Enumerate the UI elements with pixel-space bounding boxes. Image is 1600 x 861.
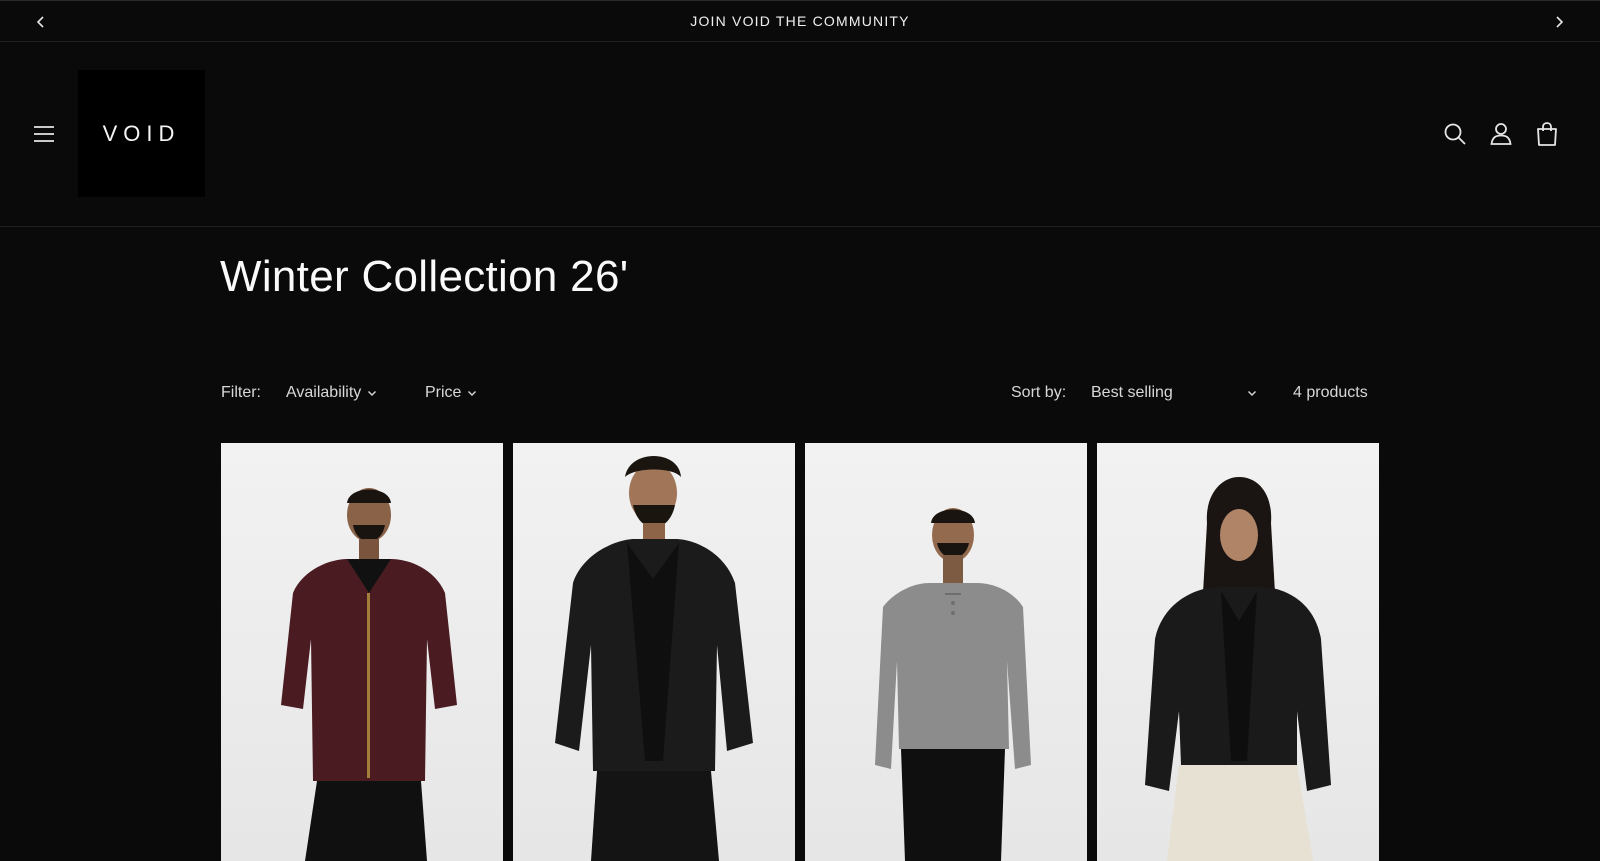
price-filter-label: Price — [425, 384, 462, 401]
announcement-text[interactable]: JOIN VOID THE COMMUNITY — [690, 13, 909, 29]
product-count: 4 products — [1293, 384, 1368, 401]
sweater — [875, 583, 1031, 769]
cart-icon[interactable] — [1532, 119, 1562, 149]
product-card-image[interactable] — [805, 443, 1087, 861]
availability-filter-dropdown[interactable]: Availability — [286, 384, 377, 402]
site-header: VOID — [0, 42, 1600, 227]
product-grid — [221, 443, 1379, 861]
account-icon[interactable] — [1486, 119, 1516, 149]
next-announcement-arrow-icon[interactable] — [1550, 13, 1568, 31]
page-title: Winter Collection 26' — [220, 252, 629, 301]
product-card-image[interactable] — [221, 443, 503, 861]
sort-label: Sort by: — [1011, 384, 1067, 401]
chevron-down-icon — [368, 391, 377, 396]
collection-toolbar: Filter: Availability Price Sort by: Best… — [221, 382, 1379, 406]
filter-label: Filter: — [221, 384, 261, 401]
announcement-bar: JOIN VOID THE COMMUNITY — [0, 0, 1600, 42]
menu-icon[interactable] — [30, 120, 58, 148]
sort-value: Best selling — [1091, 384, 1173, 401]
logo[interactable]: VOID — [78, 70, 205, 197]
product-card-image[interactable] — [1097, 443, 1379, 861]
search-icon[interactable] — [1440, 119, 1470, 149]
product-card-image[interactable] — [513, 443, 795, 861]
availability-filter-label: Availability — [286, 384, 362, 401]
previous-announcement-arrow-icon[interactable] — [32, 13, 50, 31]
chevron-down-icon — [468, 391, 477, 396]
sort-select[interactable]: Best selling — [1091, 384, 1261, 402]
chevron-down-icon — [1248, 391, 1256, 396]
logo-text: VOID — [102, 120, 181, 146]
price-filter-dropdown[interactable]: Price — [425, 384, 477, 402]
